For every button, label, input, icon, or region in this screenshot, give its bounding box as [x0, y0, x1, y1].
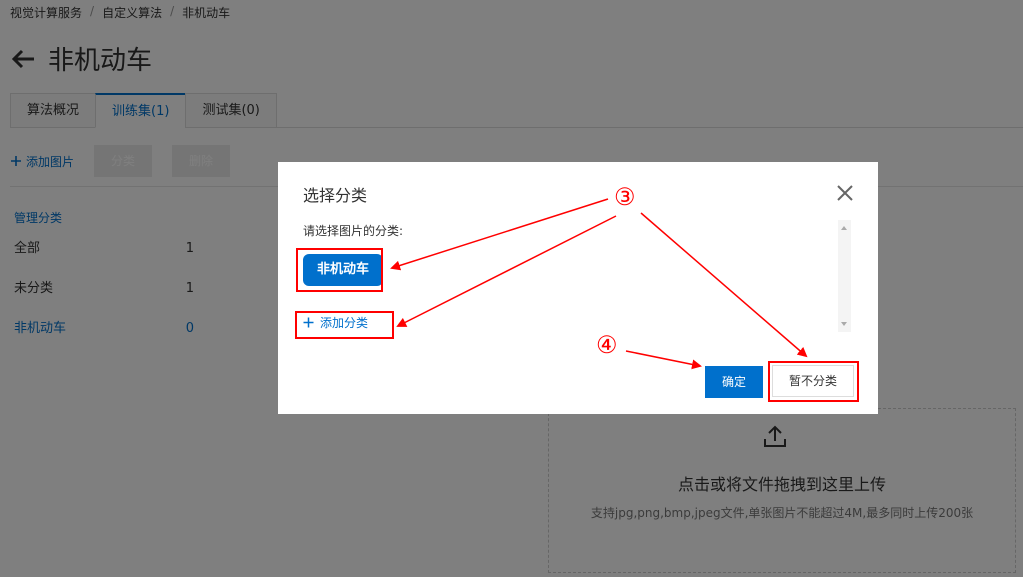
- annotation-arrow: [640, 212, 808, 358]
- annotation-arrow: [625, 350, 702, 370]
- annotation-arrows: [390, 198, 808, 370]
- annotation-arrow: [396, 215, 617, 327]
- annotation-arrow: [390, 198, 609, 271]
